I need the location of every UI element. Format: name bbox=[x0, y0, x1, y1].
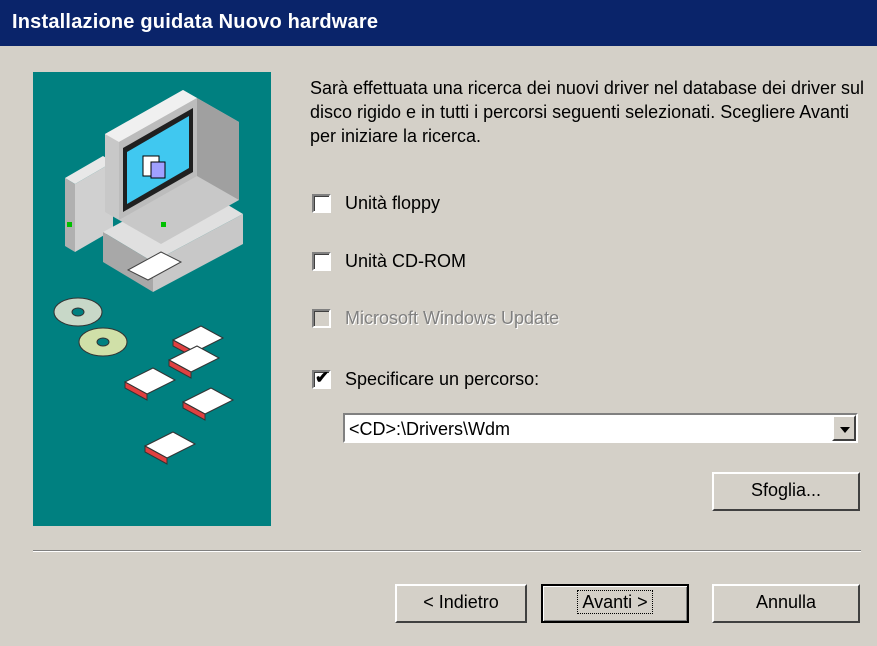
title-bar[interactable]: Installazione guidata Nuovo hardware bbox=[0, 0, 877, 46]
chevron-down-icon bbox=[840, 427, 850, 433]
floppy-checkbox[interactable] bbox=[312, 194, 331, 213]
floppy-label[interactable]: Unità floppy bbox=[345, 192, 440, 214]
separator bbox=[33, 550, 861, 552]
wizard-description: Sarà effettuata una ricerca dei nuovi dr… bbox=[310, 78, 864, 146]
back-button-label: < Indietro bbox=[423, 592, 499, 612]
back-button[interactable]: < Indietro bbox=[395, 584, 527, 623]
next-button-label: Avanti > bbox=[577, 590, 653, 614]
cancel-button-label: Annulla bbox=[755, 592, 817, 612]
next-button[interactable]: Avanti > bbox=[541, 584, 689, 623]
browse-button[interactable]: Sfoglia... bbox=[712, 472, 860, 511]
custom-path-checkbox[interactable]: ✔ bbox=[312, 368, 331, 389]
cdrom-checkbox[interactable] bbox=[312, 252, 331, 271]
cancel-button[interactable]: Annulla bbox=[712, 584, 860, 623]
browse-button-label: Sfoglia... bbox=[750, 480, 822, 500]
checkmark-icon: ✔ bbox=[315, 368, 330, 387]
custom-path-label[interactable]: Specificare un percorso: bbox=[345, 368, 539, 390]
wizard-illustration bbox=[33, 72, 271, 526]
path-value[interactable]: <CD>:\Drivers\Wdm bbox=[349, 419, 510, 439]
path-combobox[interactable]: <CD>:\Drivers\Wdm bbox=[343, 413, 858, 443]
windows-update-checkbox bbox=[312, 309, 331, 328]
windows-update-label: Microsoft Windows Update bbox=[345, 308, 560, 328]
window-title: Installazione guidata Nuovo hardware bbox=[12, 11, 379, 33]
cdrom-label[interactable]: Unità CD-ROM bbox=[345, 250, 466, 272]
wizard-window: Installazione guidata Nuovo hardware Sar… bbox=[0, 0, 877, 646]
computer-and-disks-icon bbox=[53, 90, 243, 465]
combo-dropdown-button[interactable] bbox=[832, 415, 856, 441]
